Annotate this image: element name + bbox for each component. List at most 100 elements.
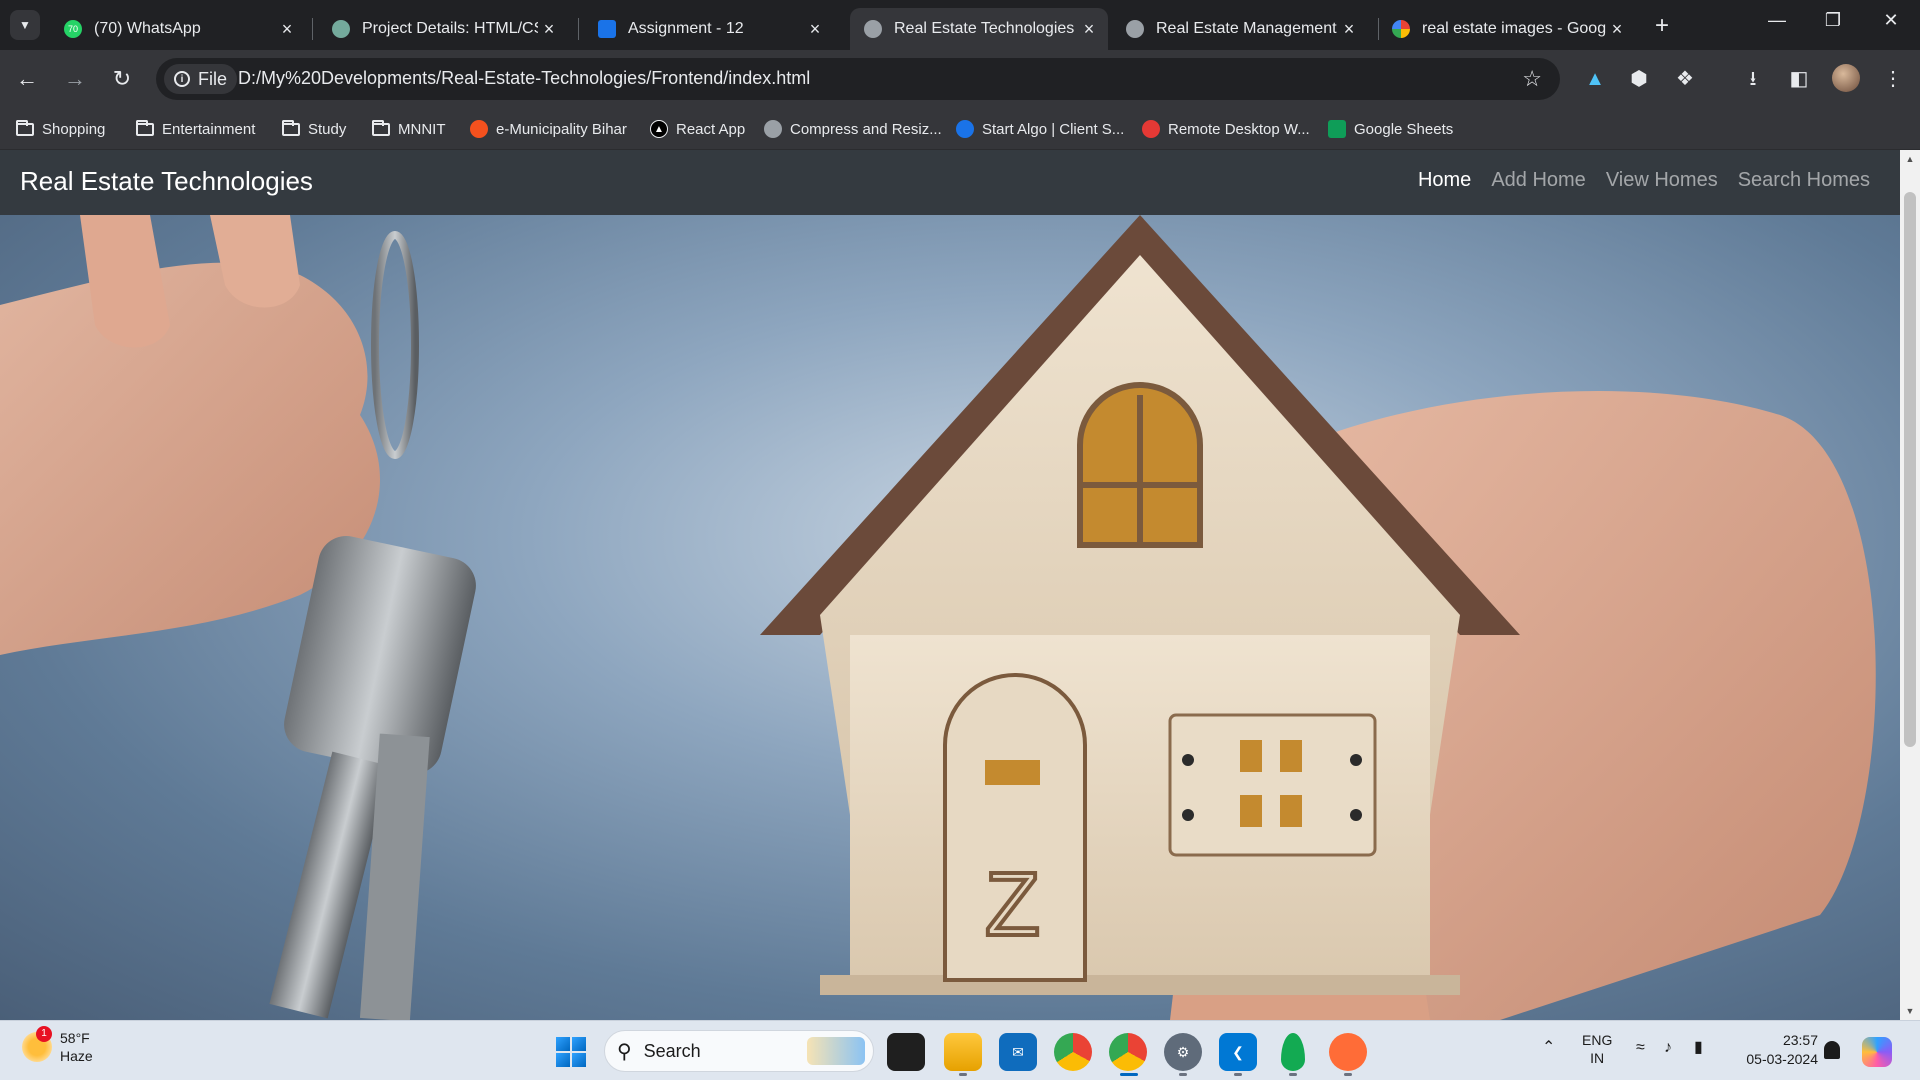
tab-search-button[interactable]: ▼ bbox=[10, 10, 40, 40]
weather-condition: Haze bbox=[60, 1048, 93, 1064]
bookmark-emunicipality[interactable]: e-Municipality Bihar bbox=[470, 116, 627, 142]
volume-icon[interactable]: ♪ bbox=[1664, 1039, 1672, 1057]
bookmark-label: Compress and Resiz... bbox=[790, 120, 942, 138]
new-tab-button[interactable]: + bbox=[1648, 12, 1676, 40]
bookmark-mnnit[interactable]: MNNIT bbox=[372, 116, 446, 142]
google-icon bbox=[1392, 20, 1410, 38]
more-menu-icon[interactable]: ⋮ bbox=[1878, 64, 1908, 94]
site-info-chip[interactable]: i File bbox=[164, 64, 238, 94]
back-button[interactable]: ← bbox=[12, 64, 42, 94]
chevron-up-icon[interactable]: ⌃ bbox=[1542, 1039, 1555, 1057]
notification-bell-icon[interactable] bbox=[1824, 1041, 1840, 1059]
tab-title: real estate images - Googl bbox=[1422, 20, 1606, 37]
close-icon[interactable]: × bbox=[276, 19, 298, 40]
startalgo-icon bbox=[956, 120, 974, 138]
site-brand[interactable]: Real Estate Technologies bbox=[20, 166, 313, 197]
extensions-puzzle-icon[interactable]: ❖ bbox=[1670, 64, 1700, 94]
bookmark-star-icon[interactable]: ☆ bbox=[1522, 66, 1542, 92]
nav-link-view-homes[interactable]: View Homes bbox=[1606, 169, 1718, 192]
chevron-down-icon: ▼ bbox=[19, 18, 31, 32]
windows-start-button[interactable] bbox=[556, 1037, 586, 1067]
system-clock[interactable]: 23:57 05-03-2024 bbox=[1728, 1031, 1818, 1069]
close-icon[interactable]: × bbox=[1338, 19, 1360, 40]
bookmark-label: e-Municipality Bihar bbox=[496, 120, 627, 138]
bookmark-label: Remote Desktop W... bbox=[1168, 120, 1310, 138]
download-icon[interactable]: ⭳ bbox=[1738, 64, 1768, 94]
bookmark-study[interactable]: Study bbox=[282, 116, 346, 142]
tab-real-estate-technologies[interactable]: Real Estate Technologies × bbox=[850, 8, 1108, 50]
close-icon[interactable]: × bbox=[538, 19, 560, 40]
remote-desktop-icon bbox=[1142, 120, 1160, 138]
react-icon: ▲ bbox=[650, 120, 668, 138]
scroll-up-arrow-icon[interactable]: ▲ bbox=[1900, 150, 1920, 168]
vscode-icon[interactable]: ❮ bbox=[1219, 1033, 1257, 1071]
wifi-icon[interactable]: ≈ bbox=[1636, 1039, 1645, 1057]
close-icon[interactable]: × bbox=[1078, 19, 1100, 40]
close-icon[interactable]: × bbox=[1606, 19, 1628, 40]
side-panel-icon[interactable]: ◧ bbox=[1784, 64, 1814, 94]
task-view-icon[interactable] bbox=[887, 1033, 925, 1071]
weather-widget[interactable]: 1 58°F Haze bbox=[22, 1026, 93, 1065]
chrome-icon[interactable] bbox=[1054, 1033, 1092, 1071]
forward-button[interactable]: → bbox=[60, 64, 90, 94]
weather-temp: 58°F bbox=[60, 1030, 90, 1046]
tab-project-details[interactable]: Project Details: HTML/CSS/ × bbox=[318, 8, 568, 50]
translate-extension-icon[interactable]: ▲ bbox=[1580, 64, 1610, 94]
running-indicator bbox=[1179, 1073, 1187, 1076]
chrome-icon[interactable] bbox=[1109, 1033, 1147, 1071]
tab-real-estate-management[interactable]: Real Estate Management S × bbox=[1112, 8, 1368, 50]
url-text[interactable]: D:/My%20Developments/Real-Estate-Technol… bbox=[238, 68, 810, 89]
nav-link-home[interactable]: Home bbox=[1418, 169, 1471, 192]
language-indicator[interactable]: ENG IN bbox=[1582, 1031, 1612, 1067]
running-indicator bbox=[959, 1073, 967, 1076]
bookmark-start-algo[interactable]: Start Algo | Client S... bbox=[956, 116, 1124, 142]
whatsapp-icon: 70 bbox=[64, 20, 82, 38]
battery-icon[interactable]: ▮ bbox=[1694, 1039, 1703, 1057]
bookmark-compress-resize[interactable]: Compress and Resiz... bbox=[764, 116, 942, 142]
browser-tab-strip: ▼ 70 (70) WhatsApp × Project Details: HT… bbox=[0, 0, 1920, 50]
tab-assignment[interactable]: Assignment - 12 × bbox=[584, 8, 834, 50]
mail-icon[interactable]: ✉ bbox=[999, 1033, 1037, 1071]
bookmark-remote-desktop[interactable]: Remote Desktop W... bbox=[1142, 116, 1310, 142]
cube-extension-icon[interactable]: ⬢ bbox=[1624, 64, 1654, 94]
tab-separator bbox=[578, 18, 579, 40]
search-icon: ⚲ bbox=[617, 1040, 632, 1063]
weather-haze-icon: 1 bbox=[22, 1026, 52, 1062]
bookmark-react-app[interactable]: ▲ React App bbox=[650, 116, 745, 142]
bookmark-label: React App bbox=[676, 120, 746, 138]
close-icon[interactable]: × bbox=[804, 19, 826, 40]
language-line2: IN bbox=[1590, 1050, 1605, 1066]
reload-icon: ↻ bbox=[112, 66, 132, 91]
reload-button[interactable]: ↻ bbox=[107, 64, 137, 94]
tab-whatsapp[interactable]: 70 (70) WhatsApp × bbox=[50, 8, 306, 50]
restore-button[interactable]: ❐ bbox=[1818, 10, 1848, 31]
bookmark-entertainment[interactable]: Entertainment bbox=[136, 116, 255, 142]
emunicipality-icon bbox=[470, 120, 488, 138]
page-scrollbar[interactable]: ▲ ▼ bbox=[1900, 150, 1920, 1020]
nav-link-add-home[interactable]: Add Home bbox=[1491, 169, 1586, 192]
minimize-button[interactable]: — bbox=[1762, 10, 1792, 31]
nav-link-search-homes[interactable]: Search Homes bbox=[1738, 169, 1870, 192]
browser-toolbar: ← → ↻ i File D:/My%20Developments/Real-E… bbox=[0, 50, 1920, 108]
settings-icon[interactable]: ⚙ bbox=[1164, 1033, 1202, 1071]
bookmark-google-sheets[interactable]: Google Sheets bbox=[1328, 116, 1453, 142]
search-placeholder: Search bbox=[643, 1040, 701, 1061]
running-indicator bbox=[1234, 1073, 1242, 1076]
close-window-button[interactable]: ✕ bbox=[1876, 10, 1906, 31]
bookmark-shopping[interactable]: Shopping bbox=[16, 116, 105, 142]
site-nav-links: Home Add Home View Homes Search Homes bbox=[1418, 169, 1870, 192]
postman-icon[interactable] bbox=[1329, 1033, 1367, 1071]
mongodb-icon[interactable] bbox=[1281, 1033, 1305, 1071]
file-explorer-icon[interactable] bbox=[944, 1033, 982, 1071]
address-bar[interactable]: i File D:/My%20Developments/Real-Estate-… bbox=[156, 58, 1560, 100]
copilot-icon[interactable] bbox=[1862, 1037, 1892, 1067]
running-indicator bbox=[1289, 1073, 1297, 1076]
scrollbar-thumb[interactable] bbox=[1904, 192, 1916, 747]
taskbar-search[interactable]: ⚲ Search bbox=[604, 1030, 874, 1072]
tab-google-images[interactable]: real estate images - Googl × bbox=[1378, 8, 1636, 50]
tab-title: Real Estate Technologies bbox=[894, 20, 1075, 37]
profile-avatar[interactable] bbox=[1832, 64, 1860, 92]
clock-date: 05-03-2024 bbox=[1746, 1051, 1818, 1067]
bookmark-label: Google Sheets bbox=[1354, 120, 1454, 138]
scroll-down-arrow-icon[interactable]: ▼ bbox=[1900, 1002, 1920, 1020]
